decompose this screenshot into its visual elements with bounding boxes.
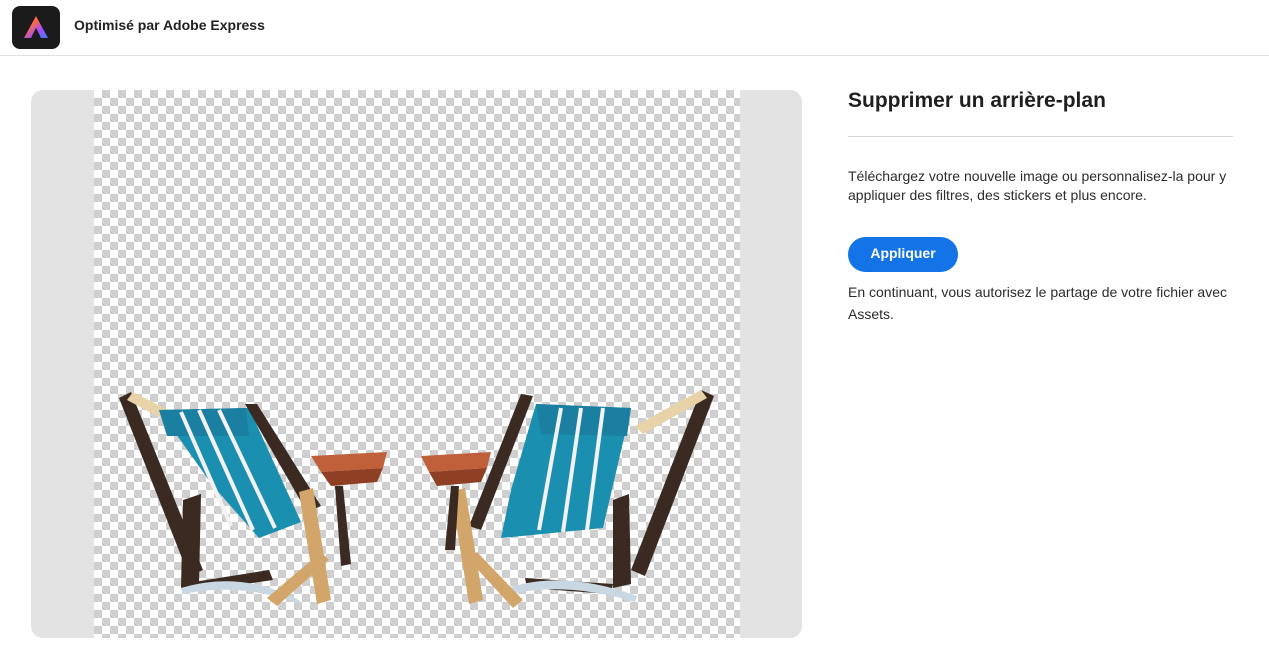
adobe-express-logo-icon: [12, 6, 60, 49]
image-preview: [31, 90, 802, 638]
consent-notice: En continuant, vous autorisez le partage…: [848, 284, 1227, 322]
panel-description: Téléchargez votre nouvelle image ou pers…: [848, 168, 1227, 203]
beach-chairs-image: [119, 390, 714, 608]
left-beach-chair: [119, 392, 387, 606]
right-beach-chair: [421, 390, 714, 608]
brand-text: Optimisé par Adobe Express: [74, 17, 265, 33]
apply-button[interactable]: Appliquer: [848, 237, 958, 272]
app-header: Optimisé par Adobe Express: [0, 0, 1269, 56]
panel-divider: [848, 136, 1233, 137]
panel-title: Supprimer un arrière-plan: [848, 89, 1106, 112]
